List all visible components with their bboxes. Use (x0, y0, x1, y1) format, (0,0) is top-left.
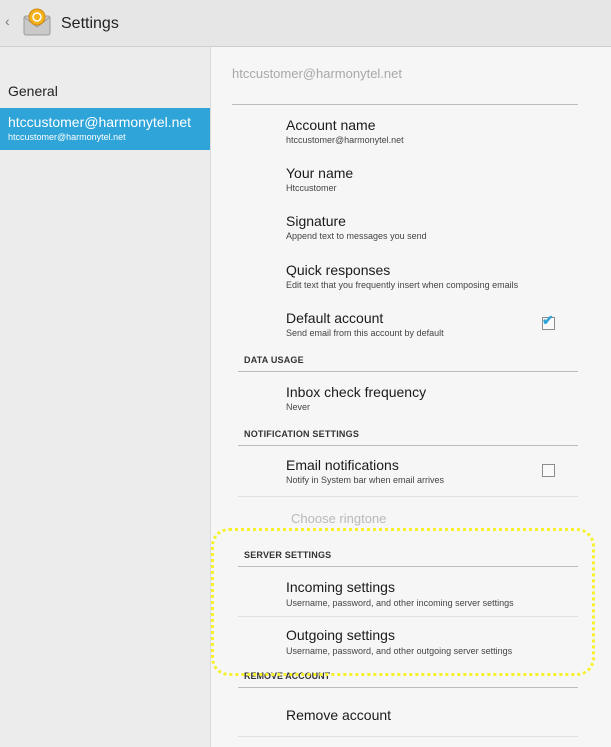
quick-responses-title[interactable]: Quick responses (286, 262, 390, 278)
email-notifications-checkbox[interactable] (542, 464, 555, 477)
inbox-check-title[interactable]: Inbox check frequency (286, 384, 426, 400)
signature-title[interactable]: Signature (286, 213, 346, 229)
divider (238, 736, 578, 737)
checkmark-icon: ✔ (542, 312, 554, 328)
default-account-title[interactable]: Default account (286, 310, 383, 326)
divider (232, 104, 578, 105)
sidebar (0, 47, 210, 747)
account-name-title[interactable]: Account name (286, 117, 376, 133)
divider (238, 496, 578, 497)
signature-subtitle: Append text to messages you send (286, 231, 427, 241)
divider (238, 371, 578, 372)
quick-responses-subtitle: Edit text that you frequently insert whe… (286, 280, 519, 290)
account-header: htccustomer@harmonytel.net (232, 66, 402, 81)
divider (238, 445, 578, 446)
page-title: Settings (61, 15, 119, 32)
account-name-subtitle: htccustomer@harmonytel.net (286, 135, 404, 145)
email-notifications-title[interactable]: Email notifications (286, 457, 399, 473)
your-name-title[interactable]: Your name (286, 165, 353, 181)
section-notification: NOTIFICATION SETTINGS (244, 429, 360, 439)
email-app-icon[interactable] (22, 7, 52, 39)
default-account-subtitle: Send email from this account by default (286, 328, 444, 338)
choose-ringtone: Choose ringtone (291, 511, 387, 526)
section-data-usage: DATA USAGE (244, 355, 304, 365)
sidebar-item-account-label: htccustomer@harmonytel.net (8, 114, 192, 130)
default-account-checkbox[interactable]: ✔ (542, 313, 555, 330)
email-notifications-subtitle: Notify in System bar when email arrives (286, 475, 445, 485)
inbox-check-subtitle: Never (286, 402, 311, 412)
sidebar-item-general[interactable]: General (8, 83, 58, 99)
remove-account-button[interactable]: Remove account (286, 707, 391, 723)
your-name-subtitle: Htccustomer (286, 183, 337, 193)
highlight-annotation (211, 528, 595, 676)
divider (238, 687, 578, 688)
sidebar-item-account-sublabel: htccustomer@harmonytel.net (8, 132, 126, 142)
back-icon[interactable]: ‹ (5, 14, 10, 28)
